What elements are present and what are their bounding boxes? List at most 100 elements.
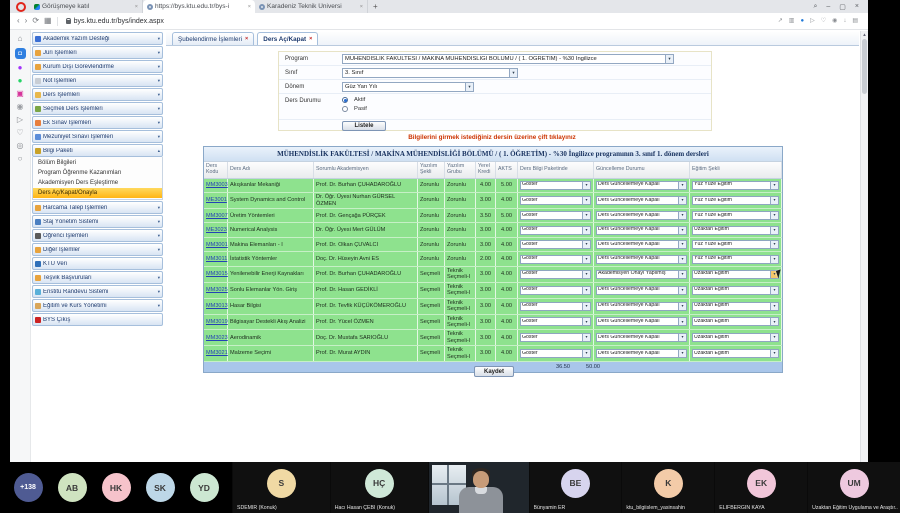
durum-dropdown[interactable]: Ders Güncellemeye Kapalı▾ xyxy=(596,302,687,311)
paket-dropdown[interactable]: Göster▾ xyxy=(520,333,591,342)
chevron-down-icon[interactable]: ▾ xyxy=(770,241,778,248)
participant-tile[interactable]: HÇ Hacı Hasan ÇEBİ (Konuk) xyxy=(331,462,428,513)
table-row[interactable]: MM3025 Sonlu Elemanlar Yön. Giriş Prof. … xyxy=(204,283,782,299)
instagram-icon[interactable]: ▣ xyxy=(16,90,24,98)
paket-dropdown[interactable]: Göster▾ xyxy=(520,270,591,279)
paket-dropdown[interactable]: Göster▾ xyxy=(520,181,591,190)
course-code-link[interactable]: MM3015 xyxy=(206,271,228,277)
chevron-down-icon[interactable]: ▾ xyxy=(678,271,686,278)
chevron-down-icon[interactable]: ▾ xyxy=(770,334,778,341)
menu-item[interactable]: Diğer İşlemler ▾ xyxy=(32,243,163,256)
share-icon[interactable]: ↗ xyxy=(778,18,783,24)
table-row[interactable]: MM3001 Makina Elemanları - I Prof. Dr. O… xyxy=(204,238,782,253)
chevron-down-icon[interactable]: ▾ xyxy=(678,256,686,263)
participant-group-tile[interactable]: +138ABHKSKYD xyxy=(0,462,232,513)
favorites-icon[interactable]: ♡ xyxy=(821,18,826,24)
course-code-link[interactable]: MM3013 xyxy=(206,303,228,309)
participant-avatar[interactable]: SK xyxy=(146,473,175,502)
menu-item[interactable]: BYS Çıkış xyxy=(32,313,163,326)
minimize-button[interactable]: – xyxy=(826,3,830,10)
chevron-down-icon[interactable]: ▾ xyxy=(678,227,686,234)
course-code-link[interactable]: MM3021 xyxy=(206,350,228,356)
menu-item[interactable]: Bilgi Paketi ▴ xyxy=(32,144,163,157)
durum-dropdown[interactable]: Ders Güncellemeye Kapalı▾ xyxy=(596,181,687,190)
durum-dropdown[interactable]: Ders Güncellemeye Kapalı▾ xyxy=(596,211,687,220)
listele-button[interactable]: Listele xyxy=(342,121,386,131)
egitim-dropdown[interactable]: Uzaktan Eğitim▾ xyxy=(692,317,779,326)
durum-dropdown[interactable]: Ders Güncellemeye Kapalı▾ xyxy=(596,240,687,249)
table-row[interactable]: ME3023 Numerical Analysis Dr. Öğr. Üyesi… xyxy=(204,223,782,238)
bulb-icon[interactable]: ○ xyxy=(18,155,23,163)
submenu-item[interactable]: Akademisyen Ders Eşleştirme xyxy=(33,178,162,188)
menu-item[interactable]: Akademik Yazım Desteği ▾ xyxy=(32,32,163,45)
paket-dropdown[interactable]: Göster▾ xyxy=(520,286,591,295)
participant-tile[interactable]: UM Uzaktan Eğitim Uygulama ve Araştır... xyxy=(808,462,900,513)
participant-avatar[interactable]: +138 xyxy=(14,473,43,502)
chevron-down-icon[interactable]: ▾ xyxy=(678,197,686,204)
tab-close-icon[interactable]: × xyxy=(245,36,248,42)
home-icon[interactable]: ⌂ xyxy=(18,35,23,43)
participant-avatar[interactable]: AB xyxy=(58,473,87,502)
egitim-dropdown[interactable]: Uzaktan Eğitim▾ xyxy=(692,286,779,295)
chevron-down-icon[interactable]: ▾ xyxy=(582,318,590,325)
chevron-down-icon[interactable]: ▾ xyxy=(678,212,686,219)
durum-dropdown[interactable]: Akademisyen Onayı Yapılmış▾ xyxy=(596,270,687,279)
course-code-link[interactable]: MM3007 xyxy=(206,213,228,219)
menu-item[interactable]: Not İşlemleri ▾ xyxy=(32,74,163,87)
submenu-item[interactable]: Program Öğrenme Kazanımları xyxy=(33,168,162,178)
table-row[interactable]: MM3003 Akışkanlar Mekaniği Prof. Dr. Bur… xyxy=(204,179,782,194)
participant-tile[interactable]: K ktu_bilgiislem_yasinsahin xyxy=(622,462,714,513)
menu-item[interactable]: Staj Yönetim Sistemi ▾ xyxy=(32,215,163,228)
chevron-down-icon[interactable]: ▾ xyxy=(582,256,590,263)
menu-item[interactable]: Ek Sınav İşlemleri ▾ xyxy=(32,116,163,129)
chevron-down-icon[interactable]: ▾ xyxy=(770,256,778,263)
course-code-link[interactable]: MM3003 xyxy=(206,182,228,188)
egitim-dropdown[interactable]: Yüz Yüze Eğitim▾ xyxy=(692,181,779,190)
table-row[interactable]: ME3001 System Dynamics and Control Dr. Ö… xyxy=(204,193,782,209)
chevron-down-icon[interactable]: ▾ xyxy=(582,227,590,234)
scrollbar-thumb[interactable] xyxy=(862,39,867,94)
table-row[interactable]: MM3023 Aerodinamik Doç. Dr. Mustafa SARI… xyxy=(204,330,782,346)
course-code-link[interactable]: ME3001 xyxy=(206,197,227,203)
table-row[interactable]: MM3021 Malzeme Seçimi Prof. Dr. Murat AY… xyxy=(204,346,782,362)
vk-icon[interactable]: ◉ xyxy=(17,103,24,111)
vpn-icon[interactable]: ● xyxy=(800,18,804,24)
table-row[interactable]: MM3013 Hasar Bilgisi Prof. Dr. Tevfik KÜ… xyxy=(204,299,782,315)
egitim-dropdown[interactable]: Uzaktan Eğitim▾ xyxy=(692,270,779,279)
menu-item[interactable]: Teşvik Başvuruları ▾ xyxy=(32,271,163,284)
whatsapp-icon[interactable]: ● xyxy=(18,77,23,85)
chevron-down-icon[interactable]: ▾ xyxy=(770,303,778,310)
participant-tile[interactable]: BE Bünyamin ER xyxy=(530,462,622,513)
player-icon[interactable]: ▷ xyxy=(810,18,815,24)
participant-tile[interactable]: EK ELİFBERGİN KAYA xyxy=(715,462,807,513)
panels-icon[interactable]: ▤ xyxy=(852,18,858,24)
chevron-down-icon[interactable]: ▾ xyxy=(582,241,590,248)
chevron-down-icon[interactable]: ▾ xyxy=(678,334,686,341)
course-code-link[interactable]: MM3023 xyxy=(206,335,228,341)
browser-tab[interactable]: Görüşmeye katıl × xyxy=(30,0,143,13)
egitim-dropdown[interactable]: Yüz Yüze Eğitim▾ xyxy=(692,211,779,220)
kaydet-button[interactable]: Kaydet xyxy=(474,366,514,377)
paket-dropdown[interactable]: Göster▾ xyxy=(520,255,591,264)
egitim-dropdown[interactable]: Yüz Yüze Eğitim▾ xyxy=(692,240,779,249)
chevron-down-icon[interactable]: ▾ xyxy=(678,241,686,248)
page-tab[interactable]: Şubelendirme İşlemleri × xyxy=(172,32,254,45)
history-icon[interactable]: ◎ xyxy=(17,142,24,150)
durum-dropdown[interactable]: Ders Güncellemeye Kapalı▾ xyxy=(596,333,687,342)
chevron-down-icon[interactable]: ▾ xyxy=(770,182,778,189)
egitim-dropdown[interactable]: Yüz Yüze Eğitim▾ xyxy=(692,196,779,205)
tab-close-icon[interactable]: × xyxy=(248,4,251,10)
table-row[interactable]: MM3011 İstatistik Yöntemler Doç. Dr. Hüs… xyxy=(204,252,782,267)
page-tab[interactable]: Ders Aç/Kapat × xyxy=(257,32,318,45)
settings-icon[interactable]: ◉ xyxy=(832,18,837,24)
chevron-down-icon[interactable]: ▾ xyxy=(678,318,686,325)
paket-dropdown[interactable]: Göster▾ xyxy=(520,317,591,326)
chevron-down-icon[interactable]: ▾ xyxy=(582,350,590,357)
durum-dropdown[interactable]: Ders Güncellemeye Kapalı▾ xyxy=(596,226,687,235)
aktif-radio[interactable] xyxy=(342,97,348,103)
chevron-down-icon[interactable]: ▾ xyxy=(582,334,590,341)
egitim-dropdown[interactable]: Uzaktan Eğitim▾ xyxy=(692,333,779,342)
wallet-icon[interactable]: ▥ xyxy=(789,18,795,24)
chevron-down-icon[interactable]: ▾ xyxy=(582,197,590,204)
paket-dropdown[interactable]: Göster▾ xyxy=(520,349,591,358)
